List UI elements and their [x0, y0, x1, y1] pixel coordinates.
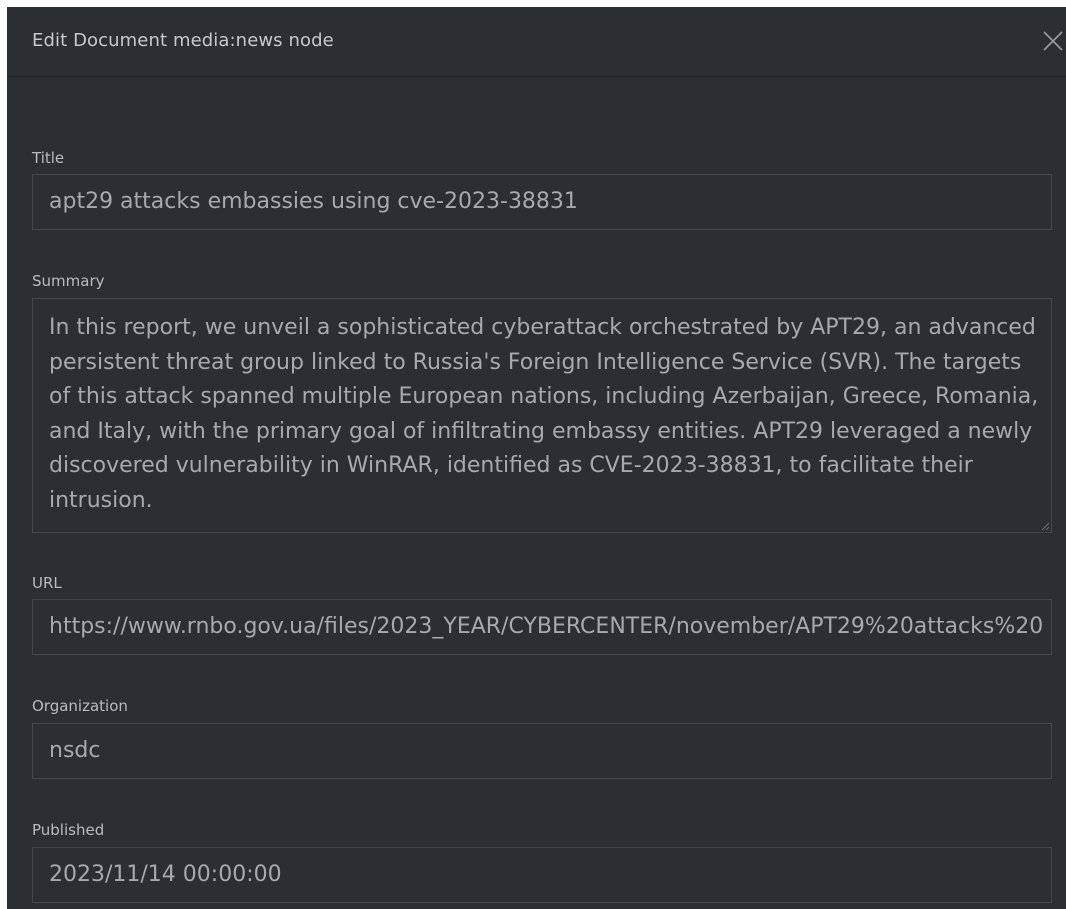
published-label: Published — [32, 821, 105, 839]
organization-input[interactable]: nsdc — [32, 723, 1052, 779]
title-label: Title — [32, 149, 65, 167]
dialog-title: Edit Document media:news node — [32, 30, 334, 51]
close-button[interactable] — [1040, 28, 1066, 54]
summary-label: Summary — [32, 272, 105, 290]
title-input[interactable]: apt29 attacks embassies using cve-2023-3… — [32, 174, 1052, 230]
close-icon[interactable] — [1040, 28, 1066, 54]
url-input[interactable]: https://www.rnbo.gov.ua/files/2023_YEAR/… — [32, 599, 1052, 655]
dialog-header: Edit Document media:news node — [7, 7, 1066, 77]
summary-textarea[interactable]: In this report, we unveil a sophisticate… — [32, 298, 1052, 533]
resize-grip-icon[interactable] — [1041, 522, 1049, 530]
url-label: URL — [32, 574, 62, 592]
organization-label: Organization — [32, 697, 128, 715]
edit-document-dialog: Edit Document media:news node Title apt2… — [7, 7, 1066, 909]
published-input[interactable]: 2023/11/14 00:00:00 — [32, 847, 1052, 903]
summary-text: In this report, we unveil a sophisticate… — [49, 315, 1039, 513]
